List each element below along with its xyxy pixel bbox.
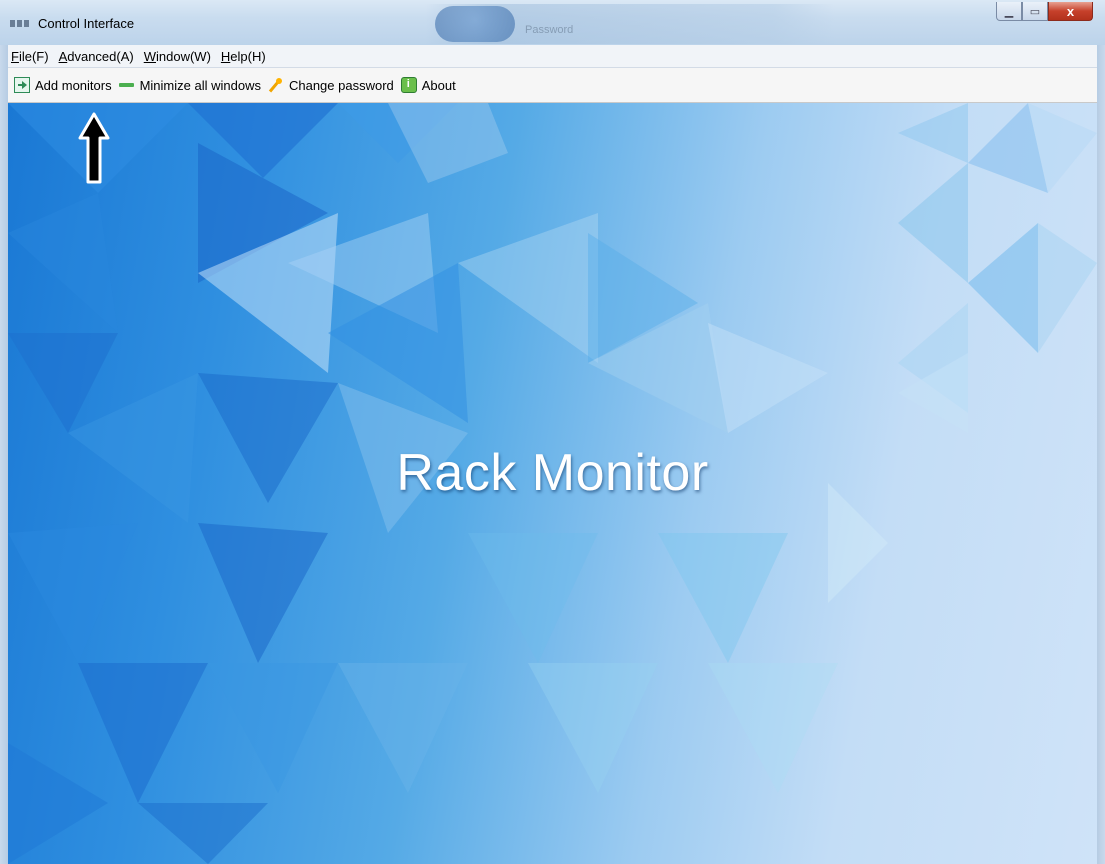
maximize-icon: ▭	[1029, 5, 1041, 18]
app-window: Password Control Interface ▁ ▭ x File(F)…	[0, 0, 1105, 864]
decoration-text: Password	[525, 24, 574, 36]
window-frame-left	[0, 45, 8, 864]
window-frame-right	[1097, 45, 1105, 864]
main-content: Rack Monitor	[8, 103, 1097, 864]
annotation-arrow-icon	[78, 112, 110, 184]
window-title: Control Interface	[38, 16, 135, 31]
change-password-label: Change password	[288, 77, 394, 93]
decoration-blob	[435, 6, 515, 42]
app-icon	[10, 17, 30, 29]
minimize-all-windows-button[interactable]: Minimize all windows	[118, 77, 261, 93]
titlebar-background-decoration: Password	[425, 4, 835, 44]
menu-window[interactable]: Window(W)	[143, 49, 212, 64]
info-icon	[400, 77, 417, 93]
about-label: About	[421, 77, 456, 93]
key-icon	[268, 77, 284, 93]
minimize-icon	[118, 77, 135, 93]
minimize-all-label: Minimize all windows	[139, 77, 261, 93]
minimize-icon: ▁	[1004, 5, 1014, 18]
menu-bar: File(F) Advanced(A) Window(W) Help(H)	[8, 45, 1097, 68]
menu-help[interactable]: Help(H)	[220, 49, 267, 64]
add-monitors-label: Add monitors	[35, 77, 112, 93]
app-title-banner: Rack Monitor	[396, 444, 709, 502]
add-monitors-button[interactable]: Add monitors	[14, 77, 112, 93]
minimize-button[interactable]: ▁	[996, 2, 1022, 21]
close-button[interactable]: x	[1048, 2, 1093, 21]
change-password-button[interactable]: Change password	[268, 77, 394, 93]
close-icon: x	[1066, 3, 1075, 19]
add-monitor-icon	[14, 77, 30, 93]
menu-file[interactable]: File(F)	[10, 49, 50, 64]
maximize-button[interactable]: ▭	[1022, 2, 1048, 21]
window-controls: ▁ ▭ x	[996, 2, 1093, 22]
menu-advanced[interactable]: Advanced(A)	[58, 49, 135, 64]
title-bar[interactable]: Password Control Interface ▁ ▭ x	[0, 0, 1105, 45]
toolbar: Add monitors Minimize all windows Change…	[8, 68, 1097, 103]
about-button[interactable]: About	[400, 77, 456, 93]
